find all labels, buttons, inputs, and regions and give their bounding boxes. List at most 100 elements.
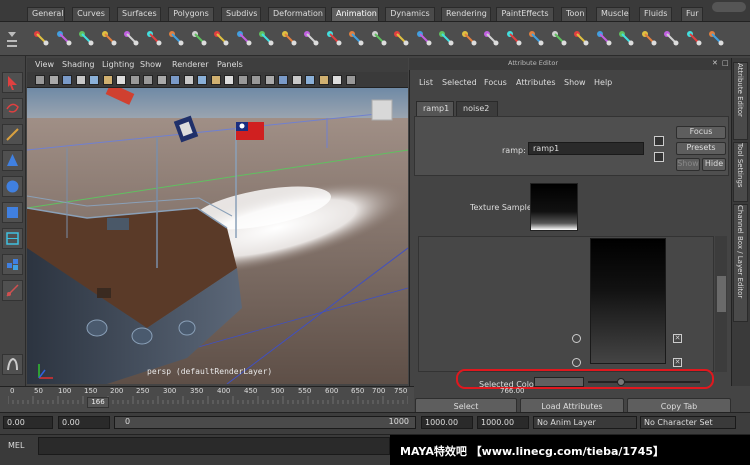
viewport-toolbar-icon[interactable] xyxy=(278,75,288,85)
ae-tab-ramp1[interactable]: ramp1 xyxy=(416,101,454,116)
shelf-tool-icon[interactable] xyxy=(165,26,187,50)
anim-layer-dropdown[interactable]: No Anim Layer xyxy=(533,416,637,429)
shelf-tab-dynamics[interactable]: Dynamics xyxy=(385,7,435,21)
close-icon[interactable]: ✕ xyxy=(712,59,720,67)
shelf-tool-icon[interactable] xyxy=(98,26,120,50)
ae-menu-list[interactable]: List xyxy=(419,78,433,87)
viewport-menu-view[interactable]: View xyxy=(35,60,54,69)
viewport-menu-lighting[interactable]: Lighting xyxy=(102,60,134,69)
viewport-toolbar-icon[interactable] xyxy=(237,75,248,85)
shelf-tab-rendering[interactable]: Rendering xyxy=(441,7,491,21)
viewport-toolbar-icon[interactable] xyxy=(210,75,221,85)
shelf-tab-painteffects[interactable]: PaintEffects xyxy=(496,7,554,21)
shelf-tool-icon[interactable] xyxy=(413,26,435,50)
last-tool-icon[interactable] xyxy=(2,280,23,301)
ae-menu-focus[interactable]: Focus xyxy=(484,78,507,87)
viewport-toolbar-icon[interactable] xyxy=(318,75,329,85)
viewport-toolbar-icon[interactable] xyxy=(129,75,140,85)
viewport-toolbar-icon[interactable] xyxy=(197,75,207,85)
scale-tool-icon[interactable] xyxy=(2,202,23,223)
shelf-tool-icon[interactable] xyxy=(75,26,97,50)
shelf-tool-icon[interactable] xyxy=(660,26,682,50)
playback-end-field[interactable]: 1000.00 xyxy=(421,416,473,429)
shelf-tool-icon[interactable] xyxy=(255,26,277,50)
viewport-toolbar-icon[interactable] xyxy=(89,75,99,85)
hide-button[interactable]: Hide xyxy=(702,158,726,171)
viewport-toolbar-icon[interactable] xyxy=(332,75,342,85)
go-to-output-icon[interactable] xyxy=(654,152,664,162)
show-button[interactable]: Show xyxy=(676,158,700,171)
shelf-tab-fur[interactable]: Fur xyxy=(681,7,703,21)
move-tool-icon[interactable] xyxy=(2,150,23,171)
select-tool-icon[interactable] xyxy=(2,72,23,93)
viewport-toolbar-icon[interactable] xyxy=(143,75,153,85)
viewport-toolbar-icon[interactable] xyxy=(116,75,126,85)
ae-scrollbar-thumb[interactable] xyxy=(717,276,726,312)
mel-command-input[interactable] xyxy=(38,437,390,455)
maximize-icon[interactable]: □ xyxy=(722,59,730,67)
shelf-tool-icon[interactable] xyxy=(233,26,255,50)
shelf-tool-icon[interactable] xyxy=(368,26,390,50)
viewport-menu-renderer[interactable]: Renderer xyxy=(172,60,209,69)
ramp-color-handle-circle[interactable] xyxy=(572,334,581,343)
side-tab-channel-box[interactable]: Channel Box / Layer Editor xyxy=(733,204,748,322)
shelf-tab-muscle[interactable]: Muscle xyxy=(596,7,630,21)
viewport-toolbar-icon[interactable] xyxy=(170,75,180,85)
shelf-tool-icon[interactable] xyxy=(53,26,75,50)
shelf-tool-icon[interactable] xyxy=(120,26,142,50)
viewport-toolbar-icon[interactable] xyxy=(35,75,45,85)
shelf-tool-icon[interactable] xyxy=(458,26,480,50)
ae-menu-show[interactable]: Show xyxy=(564,78,586,87)
ae-menu-attributes[interactable]: Attributes xyxy=(516,78,556,87)
shelf-tool-icon[interactable] xyxy=(30,26,52,50)
ae-tab-noise2[interactable]: noise2 xyxy=(456,101,498,116)
viewport-toolbar-icon[interactable] xyxy=(345,75,356,85)
viewport-toolbar-icon[interactable] xyxy=(291,75,302,85)
shelf-tool-icon[interactable] xyxy=(503,26,525,50)
go-to-input-icon[interactable] xyxy=(654,136,664,146)
shelf-tool-icon[interactable] xyxy=(683,26,705,50)
viewport-toolbar-icon[interactable] xyxy=(156,75,167,85)
current-frame-marker[interactable]: 166 xyxy=(87,397,109,408)
shelf-tool-icon[interactable] xyxy=(638,26,660,50)
ae-menu-selected[interactable]: Selected xyxy=(442,78,477,87)
show-manipulator-tool-icon[interactable] xyxy=(2,254,23,275)
rotate-tool-icon[interactable] xyxy=(2,176,23,197)
ramp-delete-handle-icon[interactable]: ✕ xyxy=(673,358,682,367)
shelf-tool-icon[interactable] xyxy=(480,26,502,50)
viewport-menu-panels[interactable]: Panels xyxy=(217,60,243,69)
node-name-field[interactable]: ramp1 xyxy=(528,142,644,155)
manipulator-tool-icon[interactable] xyxy=(2,228,23,249)
mel-label[interactable]: MEL xyxy=(8,441,24,450)
shelf-tab-fluids[interactable]: Fluids xyxy=(639,7,672,21)
shelf-tool-icon[interactable] xyxy=(188,26,210,50)
shelf-tool-icon[interactable] xyxy=(615,26,637,50)
shelf-tool-icon[interactable] xyxy=(210,26,232,50)
viewport-toolbar-icon[interactable] xyxy=(183,75,194,85)
ramp-color-handle-circle[interactable] xyxy=(572,358,581,367)
shelf-tab-general[interactable]: General xyxy=(27,7,65,21)
ramp-gradient[interactable] xyxy=(590,238,666,364)
side-tab-attribute-editor[interactable]: Attribute Editor xyxy=(733,62,748,140)
viewport-toolbar-icon[interactable] xyxy=(62,75,72,85)
shelf-tool-icon[interactable] xyxy=(345,26,367,50)
paint-select-tool-icon[interactable] xyxy=(2,124,23,145)
shelf-tool-icon[interactable] xyxy=(278,26,300,50)
character-set-dropdown[interactable]: No Character Set xyxy=(640,416,736,429)
shelf-tool-icon[interactable] xyxy=(570,26,592,50)
ramp-delete-handle-icon[interactable]: ✕ xyxy=(673,334,682,343)
shelf-tool-icon[interactable] xyxy=(435,26,457,50)
viewport-toolbar-icon[interactable] xyxy=(75,75,86,85)
viewport-toolbar-icon[interactable] xyxy=(251,75,261,85)
shelf-tab-curves[interactable]: Curves xyxy=(72,7,110,21)
shelf-tab-polygons[interactable]: Polygons xyxy=(168,7,214,21)
shelf-tab-subdivs[interactable]: Subdivs xyxy=(221,7,261,21)
start-time-field[interactable]: 0.00 xyxy=(3,416,53,429)
shelf-tool-icon[interactable] xyxy=(548,26,570,50)
playback-start-field[interactable]: 0.00 xyxy=(58,416,110,429)
shelf-tool-icon[interactable] xyxy=(323,26,345,50)
shelf-tool-icon[interactable] xyxy=(525,26,547,50)
shelf-tool-icon[interactable] xyxy=(593,26,615,50)
ae-menu-help[interactable]: Help xyxy=(594,78,612,87)
viewport-toolbar-icon[interactable] xyxy=(102,75,113,85)
